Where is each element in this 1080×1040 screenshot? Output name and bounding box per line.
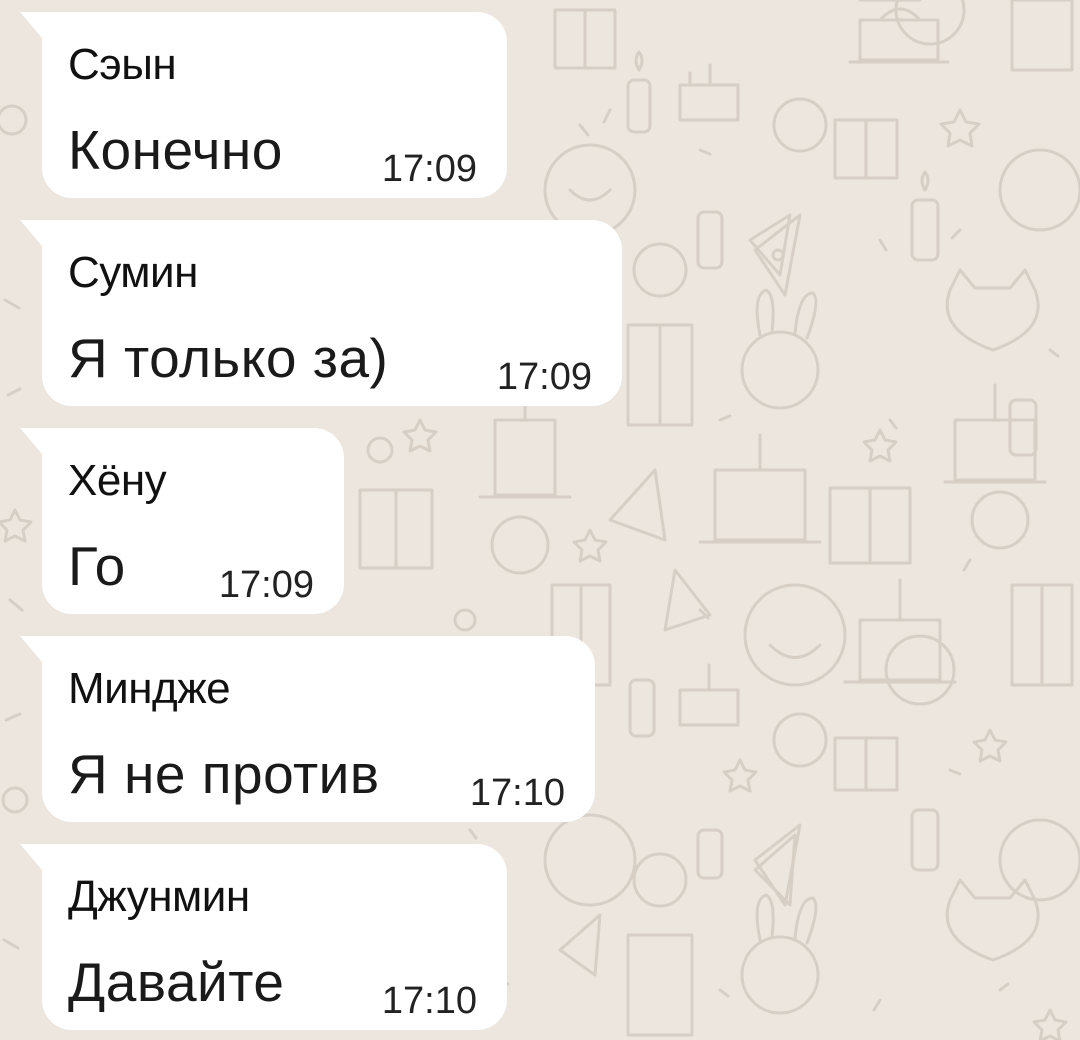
- message-bubble[interactable]: Сумин Я только за) 17:09: [20, 220, 622, 406]
- message-sender[interactable]: Сэын: [68, 40, 177, 90]
- message-bubble[interactable]: Джунмин Давайте 17:10: [20, 844, 507, 1030]
- message-time: 17:09: [381, 148, 477, 190]
- message-sender[interactable]: Сумин: [68, 248, 198, 298]
- message-time: 17:09: [496, 356, 592, 398]
- bubble-tail: [20, 12, 42, 38]
- bubble-tail: [20, 636, 42, 662]
- message-list: Сэын Конечно 17:09 Сумин Я только за) 17…: [0, 0, 1080, 1040]
- message-sender[interactable]: Миндже: [68, 664, 231, 714]
- message-time: 17:09: [218, 564, 314, 606]
- bubble-tail: [20, 220, 42, 246]
- message-text: Давайте: [68, 951, 285, 1013]
- message-sender[interactable]: Хёну: [68, 456, 167, 506]
- message-time: 17:10: [469, 772, 565, 814]
- message-bubble[interactable]: Сэын Конечно 17:09: [20, 12, 507, 198]
- message-time: 17:10: [381, 980, 477, 1022]
- message-text: Го: [68, 535, 126, 597]
- message-bubble[interactable]: Миндже Я не против 17:10: [20, 636, 595, 822]
- message-sender[interactable]: Джунмин: [68, 872, 250, 922]
- message-bubble[interactable]: Хёну Го 17:09: [20, 428, 344, 614]
- message-text: Я только за): [68, 327, 389, 389]
- message-text: Я не против: [68, 743, 380, 805]
- bubble-tail: [20, 844, 42, 870]
- message-text: Конечно: [68, 119, 283, 181]
- bubble-tail: [20, 428, 42, 454]
